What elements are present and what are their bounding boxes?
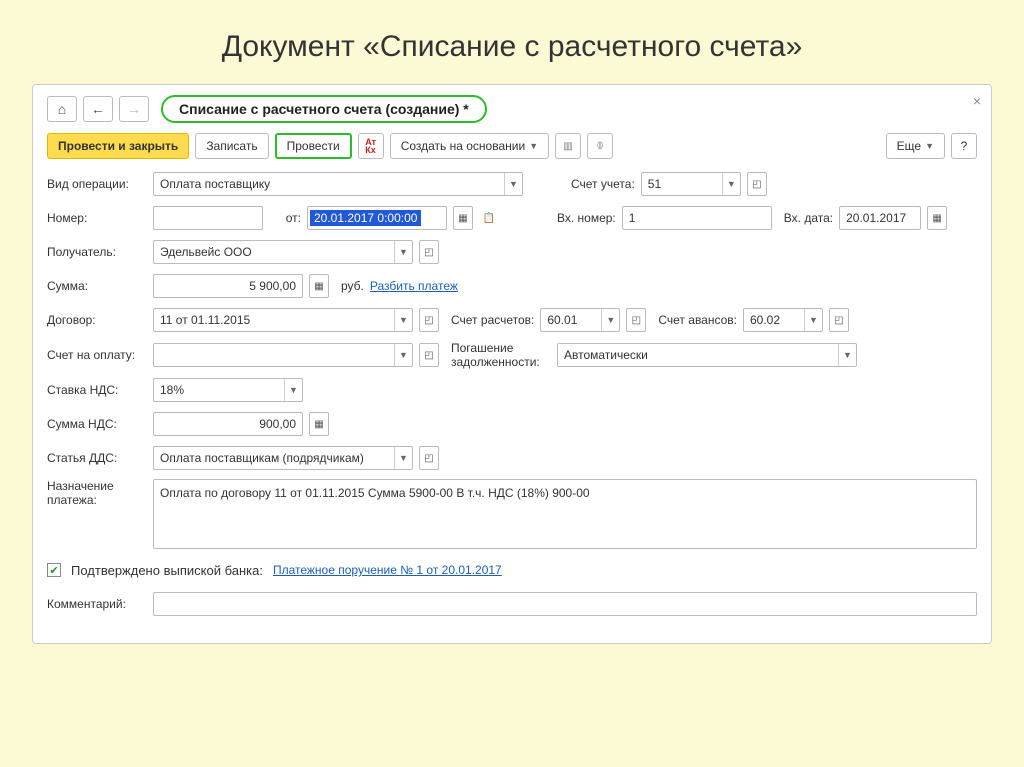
vat-sum-label: Сумма НДС: bbox=[47, 417, 147, 431]
contract-open-button[interactable]: ◰ bbox=[419, 308, 439, 332]
slide-title: Документ «Списание с расчетного счета» bbox=[30, 30, 994, 64]
acct-adv-select[interactable]: 60.02▼ bbox=[743, 308, 823, 332]
vat-calc-button[interactable]: ▦ bbox=[309, 412, 329, 436]
op-type-value: Оплата поставщику bbox=[160, 177, 270, 191]
calculator-button[interactable]: ▦ bbox=[309, 274, 329, 298]
post-button[interactable]: Провести bbox=[275, 133, 352, 159]
acct-calc-open-button[interactable]: ◰ bbox=[626, 308, 646, 332]
in-date-calendar-button[interactable]: ▦ bbox=[927, 206, 947, 230]
purpose-textarea[interactable]: Оплата по договору 11 от 01.11.2015 Сумм… bbox=[153, 479, 977, 549]
debt-label: Погашение задолженности: bbox=[451, 341, 551, 369]
from-label: от: bbox=[275, 211, 301, 225]
op-type-label: Вид операции: bbox=[47, 177, 147, 191]
payee-open-button[interactable]: ◰ bbox=[419, 240, 439, 264]
acct-calc-select[interactable]: 60.01▼ bbox=[540, 308, 620, 332]
payee-value: Эдельвейс ООО bbox=[160, 245, 252, 259]
dds-label: Статья ДДС: bbox=[47, 451, 147, 465]
confirmed-checkbox[interactable]: ✔ bbox=[47, 563, 61, 577]
acct-calc-label: Счет расчетов: bbox=[451, 313, 534, 327]
payee-label: Получатель: bbox=[47, 245, 147, 259]
home-button[interactable]: ⌂ bbox=[47, 96, 77, 122]
invoice-open-button[interactable]: ◰ bbox=[419, 343, 439, 367]
attach-icon-button[interactable]: 𝟘 bbox=[587, 133, 613, 159]
create-based-label: Создать на основании bbox=[401, 139, 526, 153]
contract-select[interactable]: 11 от 01.11.2015▼ bbox=[153, 308, 413, 332]
account-select[interactable]: 51▼ bbox=[641, 172, 741, 196]
dds-value: Оплата поставщикам (подрядчикам) bbox=[160, 451, 364, 465]
in-date-input[interactable]: 20.01.2017 bbox=[839, 206, 921, 230]
in-number-input[interactable]: 1 bbox=[622, 206, 772, 230]
split-payment-link[interactable]: Разбить платеж bbox=[370, 279, 458, 293]
acct-adv-open-button[interactable]: ◰ bbox=[829, 308, 849, 332]
contract-label: Договор: bbox=[47, 313, 147, 327]
in-number-label: Вх. номер: bbox=[557, 211, 616, 225]
date-value: 20.01.2017 0:00:00 bbox=[310, 210, 421, 226]
report-icon-button[interactable]: ▥ bbox=[555, 133, 581, 159]
post-and-close-button[interactable]: Провести и закрыть bbox=[47, 133, 189, 159]
in-date-label: Вх. дата: bbox=[784, 211, 833, 225]
invoice-label: Счет на оплату: bbox=[47, 348, 147, 362]
contract-value: 11 от 01.11.2015 bbox=[160, 313, 250, 327]
acct-adv-label: Счет авансов: bbox=[658, 313, 737, 327]
acct-adv-value: 60.02 bbox=[750, 313, 780, 327]
date-input[interactable]: 20.01.2017 0:00:00 bbox=[307, 206, 447, 230]
close-icon[interactable]: × bbox=[973, 93, 981, 109]
vat-rate-select[interactable]: 18%▼ bbox=[153, 378, 303, 402]
currency-label: руб. bbox=[341, 279, 364, 293]
invoice-select[interactable]: ▼ bbox=[153, 343, 413, 367]
debt-value: Автоматически bbox=[564, 348, 648, 362]
acct-calc-value: 60.01 bbox=[547, 313, 577, 327]
account-label: Счет учета: bbox=[571, 177, 635, 191]
number-label: Номер: bbox=[47, 211, 147, 225]
more-button[interactable]: Еще▼ bbox=[886, 133, 945, 159]
payee-select[interactable]: Эдельвейс ООО▼ bbox=[153, 240, 413, 264]
toolbar: Провести и закрыть Записать Провести АтК… bbox=[47, 133, 977, 159]
comment-input[interactable] bbox=[153, 592, 977, 616]
dds-select[interactable]: Оплата поставщикам (подрядчикам)▼ bbox=[153, 446, 413, 470]
title-bar: ⌂ ← → Списание с расчетного счета (созда… bbox=[47, 95, 977, 123]
create-based-on-button[interactable]: Создать на основании▼ bbox=[390, 133, 549, 159]
account-value: 51 bbox=[648, 177, 661, 191]
purpose-label: Назначение платежа: bbox=[47, 479, 147, 507]
sum-input[interactable]: 5 900,00 bbox=[153, 274, 303, 298]
vat-sum-input[interactable]: 900,00 bbox=[153, 412, 303, 436]
payment-order-link[interactable]: Платежное поручение № 1 от 20.01.2017 bbox=[273, 563, 502, 577]
account-open-button[interactable]: ◰ bbox=[747, 172, 767, 196]
save-button[interactable]: Записать bbox=[195, 133, 268, 159]
op-type-select[interactable]: Оплата поставщику▼ bbox=[153, 172, 523, 196]
document-window: × ⌂ ← → Списание с расчетного счета (соз… bbox=[32, 84, 992, 644]
debt-select[interactable]: Автоматически▼ bbox=[557, 343, 857, 367]
document-title: Списание с расчетного счета (создание) * bbox=[161, 95, 487, 123]
sum-label: Сумма: bbox=[47, 279, 147, 293]
back-button[interactable]: ← bbox=[83, 96, 113, 122]
dtk-icon-button[interactable]: АтКх bbox=[358, 133, 384, 159]
number-input[interactable] bbox=[153, 206, 263, 230]
confirmed-label: Подтверждено выпиской банка: bbox=[71, 563, 263, 578]
comment-label: Комментарий: bbox=[47, 597, 147, 611]
vat-rate-value: 18% bbox=[160, 383, 184, 397]
forward-button[interactable]: → bbox=[119, 96, 149, 122]
calendar-icon[interactable]: 📋 bbox=[479, 206, 499, 230]
dds-open-button[interactable]: ◰ bbox=[419, 446, 439, 470]
vat-rate-label: Ставка НДС: bbox=[47, 383, 147, 397]
calendar-button[interactable]: ▦ bbox=[453, 206, 473, 230]
help-button[interactable]: ? bbox=[951, 133, 977, 159]
more-label: Еще bbox=[897, 139, 921, 153]
